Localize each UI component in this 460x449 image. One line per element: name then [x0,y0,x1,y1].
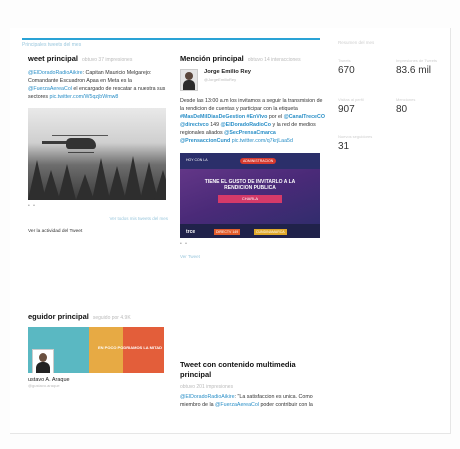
helicopter-skid [68,152,94,153]
poster-bottom-band [180,224,320,238]
tweet-text-part[interactable]: @FuerzaAereaCol [28,86,72,92]
stat-label-mentions: Menciones [396,97,416,102]
stat-label-tweets: Tweets [338,58,351,63]
top-tweet-title: weet principal obtuvo 37 impresiones [28,54,168,63]
mention-action-dots[interactable]: • • [180,241,325,247]
view-month-tweets-link[interactable]: Ver todos mis tweets del mes [28,216,168,221]
mention-avatar[interactable] [180,69,198,91]
mention-author-handle: @JorgeEmilioRey [204,77,237,82]
poster-logo-trce: trce [186,229,196,235]
tweet-text-part[interactable]: @CanalTreceCO [284,114,325,120]
top-mention-title: Mención principal obtuvo 14 interacciones [180,54,325,63]
follower-banner[interactable]: EN POCO PODRIAMOS LA MITAD [28,327,164,373]
top-media-tweet-section: Tweet con contenido multimedia principal… [180,360,325,409]
tweet-text-part[interactable]: @ElDoradoRadioAikire [28,70,83,76]
header-bar-label: Principales tweets del mes [22,42,82,48]
top-tweet-subtitle: obtuvo 37 impresiones [82,57,133,63]
top-mention-subtitle: obtuvo 14 interacciones [247,57,301,63]
tweet-text-part[interactable]: @PrensaccionCund [180,138,230,144]
stat-value-mentions: 80 [396,104,408,115]
helicopter-rotor [52,135,108,136]
follower-avatar[interactable] [32,349,54,373]
tweet-text-part[interactable]: @directvco [180,122,209,128]
poster-ribbon-text: CHARLA [241,196,259,201]
poster-logo-directv: DIRECTV 149 [214,229,241,235]
mention-author: Jorge Emilio Rey @JorgeEmilioRey [180,69,325,91]
poster-ribbon: CHARLA [218,195,282,203]
tweet-text-part[interactable]: pic.twitter.com/q7krjLaa5d [232,138,293,144]
poster-logo-cundinamarca: CUNDINAMARCA [254,229,287,235]
stat-value-tweets: 670 [338,65,355,76]
top-follower-section: eguidor principal seguido por 4.9K EN POC… [28,312,168,388]
tweet-text-part: poder contribuir con la [259,402,313,408]
top-mention-section: Mención principal obtuvo 14 interacciones… [180,54,325,259]
tweet-text-part[interactable]: @ElDoradoRadioAikire [180,394,235,400]
view-tweet-activity-link[interactable]: Ver la actividad del Tweet [28,229,168,234]
top-tweet-section: weet principal obtuvo 37 impresiones @ElD… [28,54,168,234]
tweet-text-part: 149 [208,122,221,128]
top-follower-title: eguidor principal seguido por 4.9K [28,312,168,321]
top-follower-subtitle: seguido por 4.9K [92,315,131,321]
helicopter-icon [66,138,96,149]
tweet-text-part: Desde las 13:00 a.m los invitamos a segu… [180,98,323,112]
banner-text: EN POCO PODRIAMOS LA MITAD [98,345,162,350]
mention-author-name[interactable]: Jorge Emilio Rey [204,69,251,75]
tweet-text-part[interactable]: #EnVivo [247,114,268,120]
summary-stats: Resumen del mes Tweets 670 Impresiones d… [338,40,450,180]
tweet-text-part[interactable]: pic.twitter.com/W5qzjbWmw8 [50,94,119,100]
top-mention-title-text: Mención principal [180,54,244,63]
poster-tag: HOY CON LA [186,158,208,162]
tweet-text-part: por el [267,114,284,120]
poster-tag-secondary: ADMINISTRACION [240,158,277,164]
tweet-text-part[interactable]: @ElDoradoRadioCo [221,122,271,128]
event-poster-image[interactable]: HOY CON LA ADMINISTRACION TIENE EL GUSTO… [180,153,320,238]
tweet-text-part[interactable]: @SecPrensaCmarca [224,130,276,136]
tweet-action-dots[interactable]: • • [28,203,168,209]
top-media-tweet-title: Tweet con contenido multimedia principal [180,360,296,379]
poster-main-text: TIENE EL GUSTO DE INVITARLO A LA RENDICI… [204,179,296,191]
view-mention-link[interactable]: Ver Tweet [180,254,325,259]
top-follower-title-text: eguidor principal [28,312,89,321]
top-tweet-text: @ElDoradoRadioAikire: Capitan Mauricio M… [28,69,168,101]
top-tweet-title-text: weet principal [28,54,79,63]
helicopter-tail [42,141,68,144]
helicopter-photo[interactable] [28,108,166,200]
stat-label-profile-visits: Visitas al perfil [338,97,364,102]
header-accent-bar [22,38,320,40]
mention-text: Desde las 13:00 a.m los invitamos a segu… [180,97,325,145]
tweet-text-part[interactable]: @FuerzaAereaCol [215,402,259,408]
stat-value-profile-visits: 907 [338,104,355,115]
top-media-tweet-text: @ElDoradoRadioAikire: "La satisfaccion e… [180,393,325,409]
tweet-text-part[interactable]: #MasDeMilDiasDeGestion [180,114,245,120]
stat-value-new-followers: 31 [338,141,350,152]
stat-label-impressions: Impresiones de Tweets [396,58,438,63]
follower-handle: @gustavo.araque [28,383,60,388]
stat-value-impressions: 83.6 mil [396,65,432,76]
stat-label-new-followers: Nuevos seguidores [338,134,373,139]
top-media-tweet-subtitle: obtuvo 201 impresiones [180,384,234,390]
